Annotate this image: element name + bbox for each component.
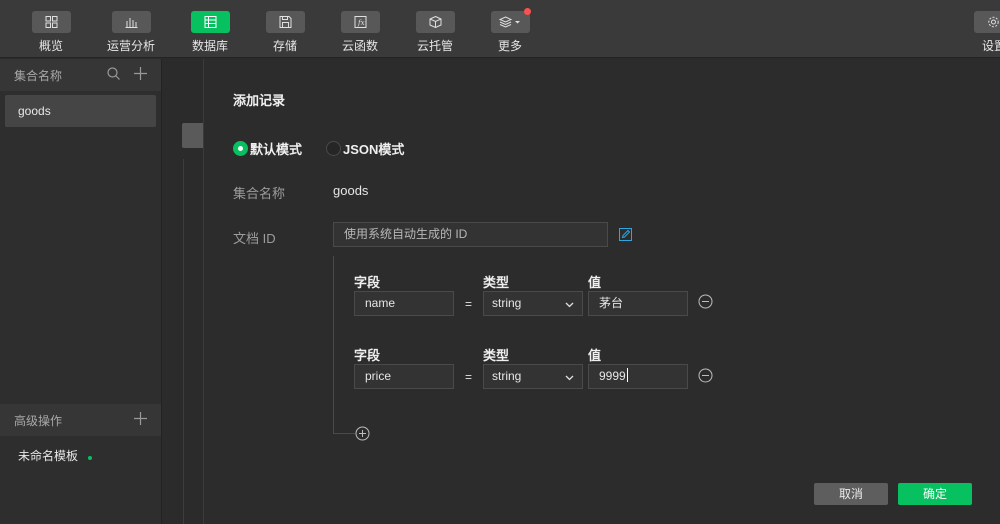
equals-sign: = <box>465 297 473 311</box>
radio-unchecked-icon <box>326 141 341 156</box>
field-value-text: 9999 <box>599 369 626 383</box>
fields-tree-line <box>333 256 334 433</box>
toolbar-overview-button[interactable]: 概览 <box>21 11 81 54</box>
remove-field-icon[interactable] <box>698 368 713 388</box>
toolbar-label: 云托管 <box>416 39 453 53</box>
field-type-select[interactable]: string <box>483 291 583 316</box>
advanced-header-title: 高级操作 <box>14 413 63 428</box>
chevron-down-icon <box>565 293 574 316</box>
dialog-title: 添加记录 <box>233 93 286 108</box>
add-collection-icon[interactable] <box>134 67 147 83</box>
background-tab-button <box>182 123 204 148</box>
remove-field-icon[interactable] <box>698 294 713 314</box>
toolbar-label: 设置 <box>982 39 1000 53</box>
toolbar-settings-button[interactable]: 设置 <box>960 11 1000 54</box>
tree-connector <box>333 425 355 434</box>
svg-text:fx: fx <box>357 19 365 27</box>
doc-id-input[interactable]: 使用系统自动生成的 ID <box>333 222 608 247</box>
toolbar-cloud-hosting-button[interactable]: 云托管 <box>405 11 465 54</box>
database-icon <box>190 11 230 33</box>
bar-chart-icon <box>111 11 151 33</box>
radio-label: 默认模式 <box>250 142 303 157</box>
collections-header-title: 集合名称 <box>14 68 63 83</box>
field-name-input[interactable]: price <box>354 364 454 389</box>
radio-checked-icon <box>233 141 248 156</box>
field-value-input[interactable]: 茅台 <box>588 291 688 316</box>
chevron-down-icon <box>565 366 574 389</box>
field-type-value: string <box>492 369 522 383</box>
toolbar-label: 存储 <box>272 39 297 53</box>
equals-sign: = <box>465 370 473 384</box>
advanced-section: 高级操作 未命名模板 <box>0 404 161 474</box>
collection-name-value: goods <box>333 183 369 198</box>
doc-id-label: 文档 ID <box>233 231 276 246</box>
toolbar-more-button[interactable]: 更多 <box>480 8 540 54</box>
field-type-select[interactable]: string <box>483 364 583 389</box>
collections-sidebar: 集合名称 goods 高级操作 未命名模板 <box>0 59 162 524</box>
gear-icon <box>974 11 1000 33</box>
value-column-header: 值 <box>588 348 602 363</box>
toolbar-storage-button[interactable]: 存储 <box>255 11 315 54</box>
content-area-behind-dialog <box>163 59 204 524</box>
search-icon[interactable] <box>107 67 120 83</box>
json-mode-radio[interactable]: JSON模式 <box>326 139 404 158</box>
field-name-input[interactable]: name <box>354 291 454 316</box>
field-column-header: 字段 <box>354 275 381 290</box>
toolbar-label: 云函数 <box>341 39 378 53</box>
field-type-value: string <box>492 296 522 310</box>
cube-icon <box>415 11 455 33</box>
text-caret <box>626 368 628 382</box>
radio-label: JSON模式 <box>343 142 405 157</box>
divider <box>183 159 184 524</box>
field-value-input[interactable]: 9999 <box>588 364 688 389</box>
template-item-label: 未命名模板 <box>18 448 79 463</box>
toolbar-label: 数据库 <box>191 39 228 53</box>
cancel-button[interactable]: 取消 <box>814 483 888 505</box>
unsaved-indicator-dot <box>88 456 93 460</box>
collection-name-label: 集合名称 <box>233 186 286 201</box>
toolbar-analytics-button[interactable]: 运营分析 <box>101 11 161 54</box>
collections-header: 集合名称 <box>0 59 161 91</box>
field-column-header: 字段 <box>354 348 381 363</box>
function-icon: fx <box>340 11 380 33</box>
notification-dot <box>524 8 531 15</box>
add-record-dialog: 添加记录 默认模式 JSON模式 集合名称 goods 文档 ID 使用系统自动… <box>203 59 1000 524</box>
layers-icon <box>490 11 530 33</box>
type-column-header: 类型 <box>483 348 510 363</box>
add-field-icon[interactable] <box>355 426 370 446</box>
grid-icon <box>31 11 71 33</box>
top-toolbar: 概览 运营分析 数据库 存储 fx 云函数 云托管 更多 设 <box>0 0 1000 58</box>
toolbar-database-button[interactable]: 数据库 <box>180 11 240 54</box>
toolbar-label: 概览 <box>38 39 63 53</box>
collection-item-goods[interactable]: goods <box>5 95 156 127</box>
default-mode-radio[interactable]: 默认模式 <box>233 139 302 158</box>
template-item[interactable]: 未命名模板 <box>0 436 161 474</box>
toolbar-label: 更多 <box>497 39 522 53</box>
add-template-icon[interactable] <box>134 412 147 428</box>
advanced-header: 高级操作 <box>0 404 161 436</box>
confirm-button[interactable]: 确定 <box>898 483 972 505</box>
toolbar-cloud-function-button[interactable]: fx 云函数 <box>330 11 390 54</box>
value-column-header: 值 <box>588 275 602 290</box>
collection-item-label: goods <box>18 104 51 118</box>
floppy-disk-icon <box>265 11 305 33</box>
edit-icon[interactable] <box>619 228 632 246</box>
toolbar-label: 运营分析 <box>106 39 155 53</box>
type-column-header: 类型 <box>483 275 510 290</box>
